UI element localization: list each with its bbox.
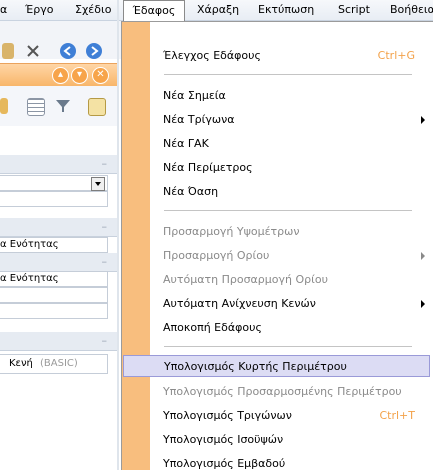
menu-item-prosarmogi-ypsometron[interactable]: Προσαρμογή Υψομέτρων [150, 220, 433, 242]
menu-script[interactable]: Script [338, 3, 370, 16]
grid-icon[interactable] [27, 98, 45, 116]
close-icon[interactable]: ✕ [92, 67, 109, 84]
menu-item-prosarmosmeni-perimetros[interactable]: Υπολογισμός Προσαρμοσμένης Περιμέτρου [150, 380, 433, 402]
splitter[interactable] [117, 0, 119, 470]
empty-row[interactable] [0, 303, 108, 319]
left-tools [0, 86, 117, 126]
menu-separator [164, 74, 412, 75]
submenu-arrow-icon [421, 116, 425, 124]
menu-xaraksi[interactable]: Χάραξη [197, 3, 239, 16]
menu-item-nea-gak[interactable]: Νέα ΓΑΚ [150, 132, 433, 154]
dropdown-row[interactable] [0, 175, 108, 191]
menu-ektyposi[interactable]: Εκτύπωση [258, 3, 314, 16]
menu-item-nea-perimetros[interactable]: Νέα Περίμετρος [150, 156, 433, 178]
panel-header: ▴ ▾ ✕ [0, 63, 117, 87]
notes-icon[interactable] [88, 98, 106, 116]
filter-icon[interactable] [55, 98, 71, 114]
menubar: α Έργο Σχέδιο Έδαφος Χάραξη Εκτύπωση Scr… [0, 0, 433, 22]
menu-edafos[interactable]: Έδαφος [123, 0, 185, 22]
submenu-arrow-icon [421, 300, 425, 308]
menu-ergo[interactable]: Έργο [25, 3, 53, 16]
empty-row[interactable] [0, 191, 108, 207]
menu-item-prosarmogi-oriou[interactable]: Προσαρμογή Ορίου [150, 244, 433, 266]
edafos-menu: Έλεγχος Εδάφους Ctrl+G Νέα Σημεία Νέα Τρί… [121, 21, 433, 470]
menu-icon-strip [122, 22, 150, 470]
menu-item-automati-anixneusi-kenon[interactable]: Αυτόματη Ανίχνευση Κενών [150, 292, 433, 314]
menu-item-elegxos-edafous[interactable]: Έλεγχος Εδάφους Ctrl+G [150, 44, 433, 66]
forward-icon[interactable] [86, 43, 102, 59]
submenu-arrow-icon [421, 252, 425, 260]
menu-item-automati-prosarmogi-oriou[interactable]: Αυτόματη Προσαρμογή Ορίου [150, 268, 433, 290]
section-header-4[interactable]: – [0, 332, 117, 351]
menu-item-ypologismos-emvadou[interactable]: Υπολογισμός Εμβαδού [150, 452, 433, 474]
section-header-2[interactable]: – [0, 218, 117, 237]
toolbar [0, 21, 123, 59]
menu-item-apokopi-edafous[interactable]: Αποκοπή Εδάφους [150, 316, 433, 338]
dropdown-icon[interactable] [91, 177, 105, 191]
minimize-icon[interactable]: ▴ [52, 67, 69, 84]
restore-icon[interactable]: ▾ [71, 67, 88, 84]
menu-separator [164, 346, 412, 347]
empty-row[interactable] [0, 287, 108, 303]
section-header-3[interactable]: – [0, 253, 117, 272]
menu-item-kyrti-perimetros[interactable]: Υπολογισμός Κυρτής Περιμέτρου [123, 355, 430, 377]
menu-voitheia[interactable]: Βοήθεια [390, 3, 433, 16]
folder-icon[interactable] [0, 98, 8, 114]
cut-icon[interactable] [25, 43, 41, 59]
paste-icon[interactable] [2, 43, 14, 59]
list-item[interactable]: α Ενότητας [0, 237, 108, 253]
section-header-1[interactable]: – [0, 155, 117, 174]
menu-sxedio[interactable]: Σχέδιο [75, 3, 111, 16]
list-item[interactable]: α Ενότητας [0, 271, 108, 287]
menu-item-ypologismos-isoypson[interactable]: Υπολογισμός Ισοϋψών [150, 428, 433, 450]
back-icon[interactable] [60, 43, 76, 59]
menu-item-nea-trigona[interactable]: Νέα Τρίγωνα [150, 108, 433, 130]
list-item[interactable]: Κενή (BASIC) [0, 354, 108, 374]
menu-item-ypologismos-trigonon[interactable]: Υπολογισμός Τριγώνων Ctrl+T [150, 404, 433, 426]
menu-item-nea-oasi[interactable]: Νέα Όαση [150, 180, 433, 202]
menu-item-nea-simeia[interactable]: Νέα Σημεία [150, 84, 433, 106]
menu-partial-item[interactable]: α [0, 3, 7, 16]
menu-separator [164, 210, 412, 211]
